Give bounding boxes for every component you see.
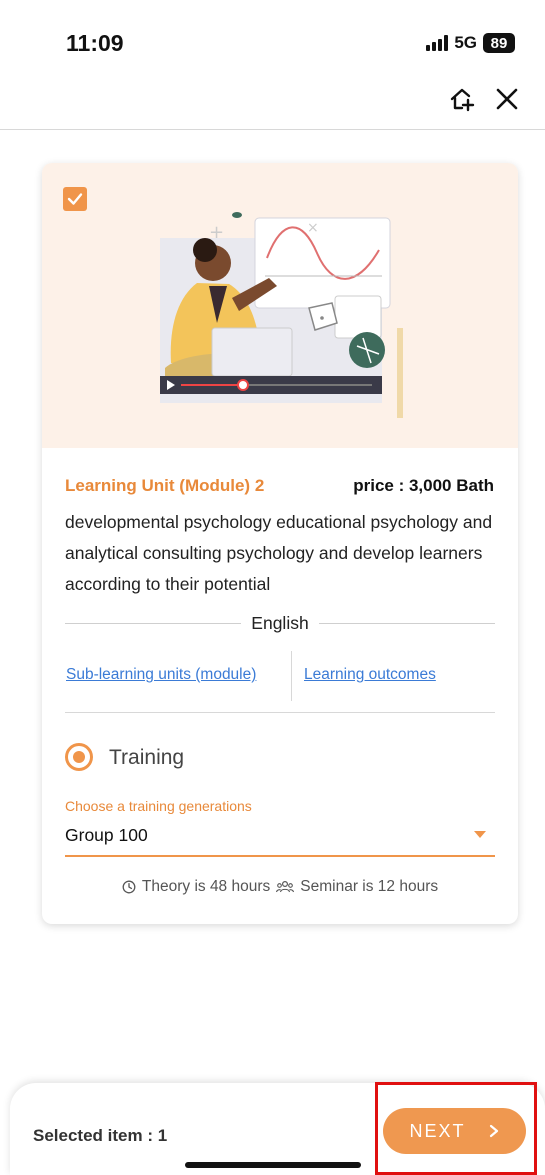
unit-description: developmental psychology educational psy… (65, 512, 493, 594)
network-type: 5G (454, 33, 477, 52)
sub-units-link[interactable]: Sub-learning units (module) (66, 666, 256, 684)
language-row: English (65, 612, 495, 636)
add-home-icon[interactable] (449, 86, 475, 112)
check-icon (67, 193, 83, 205)
generation-select[interactable]: Group 100 (65, 825, 148, 846)
top-actions (449, 86, 519, 112)
hero-image: + × (42, 163, 518, 448)
learning-outcomes-link[interactable]: Learning outcomes (304, 666, 436, 684)
status-indicators: 5G 89 (426, 33, 515, 53)
learning-unit-card: + × Learning Unit (Module) 2 price : 3,0… (42, 163, 518, 924)
next-button[interactable]: NEXT (383, 1108, 526, 1154)
language-label: English (241, 613, 319, 633)
header-divider (0, 129, 545, 130)
hours-row: Theory is 48 hours Seminar is 12 hours (42, 878, 518, 896)
seminar-hours: Seminar is 12 hours (300, 878, 439, 895)
training-label[interactable]: Training (109, 746, 184, 770)
svg-text:×: × (307, 220, 319, 236)
dropdown-caret-icon[interactable] (474, 831, 486, 838)
unit-title: Learning Unit (Module) 2 (65, 476, 265, 495)
section-divider (65, 712, 495, 713)
clock-icon (122, 880, 136, 894)
status-time: 11:09 (66, 30, 124, 56)
next-label: NEXT (409, 1120, 466, 1141)
select-underline (65, 855, 495, 857)
chevron-right-icon (489, 1124, 498, 1138)
battery-icon: 89 (483, 33, 515, 53)
unit-price: price : 3,000 Bath (353, 476, 494, 495)
generation-select-label: Choose a training generations (65, 798, 252, 814)
training-radio[interactable] (65, 743, 93, 771)
links-row: Sub-learning units (module) Learning out… (42, 651, 518, 701)
selected-count: Selected item : 1 (33, 1126, 168, 1145)
theory-hours: Theory is 48 hours (141, 878, 271, 895)
close-icon[interactable] (495, 87, 519, 111)
teacher-illustration: + × (160, 212, 403, 418)
home-indicator (185, 1162, 361, 1168)
group-icon (276, 880, 295, 893)
signal-icon (426, 35, 449, 51)
status-bar: 11:09 5G 89 (0, 0, 545, 70)
links-separator (291, 651, 292, 701)
select-checkbox[interactable] (63, 187, 87, 211)
